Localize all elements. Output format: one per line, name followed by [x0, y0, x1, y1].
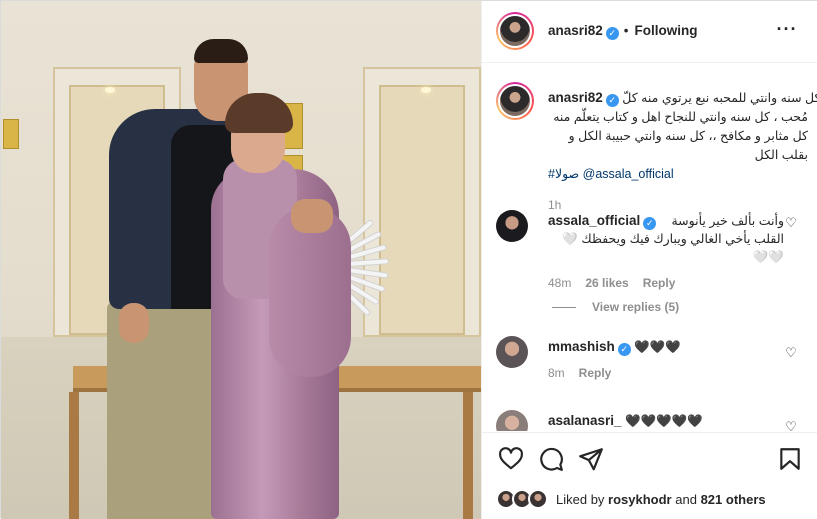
liked-by-text: Liked by rosykhodr and 821 others: [556, 492, 766, 507]
comment-text: 🖤🖤🖤🖤🖤: [625, 414, 703, 428]
commenter-avatar[interactable]: [496, 210, 528, 242]
more-options-icon[interactable]: ···: [775, 19, 799, 43]
hashtag-link[interactable]: #صولا: [548, 167, 579, 181]
verified-badge-icon: ✓: [617, 343, 631, 356]
liker-avatars: [496, 489, 554, 511]
view-replies-button[interactable]: View replies (5): [552, 300, 679, 314]
post-header: anasri82 ✓ • Following ···: [482, 1, 817, 63]
author-username[interactable]: anasri82: [548, 23, 603, 38]
comment-item: assala_official ✓ وأنت بألف خير يأنوسة ال…: [496, 210, 812, 294]
heart-icon[interactable]: [498, 446, 524, 472]
comment-icon[interactable]: [538, 446, 564, 472]
share-icon[interactable]: [578, 446, 604, 472]
table-leg: [69, 392, 79, 519]
commenter-avatar[interactable]: [496, 336, 528, 368]
wall-sign: [3, 119, 19, 149]
caption-text: مُحب ، كل سنه وانتي للنجاح اهل و كتاب يت…: [553, 110, 808, 162]
caption-username[interactable]: anasri82: [548, 90, 603, 105]
verified-badge-icon: ✓: [605, 27, 619, 40]
ceiling-light: [421, 87, 431, 93]
verified-badge-icon: ✓: [605, 94, 619, 107]
comment-meta: 8m Reply: [548, 364, 784, 382]
comment-time[interactable]: 48m: [548, 276, 571, 290]
comment-text-line-2: القلب يأخي الغالي ويبارك فيك ويحفظك 🤍🤍🤍: [562, 232, 784, 264]
man-figure-hair: [194, 39, 248, 63]
post-actions: Liked by rosykhodr and 821 others: [482, 432, 817, 519]
comment-meta: 48m 26 likes Reply: [548, 274, 784, 292]
author-avatar[interactable]: [496, 12, 534, 50]
man-figure-hand-on-shoulder: [291, 199, 333, 233]
mention-link[interactable]: @assala_official: [583, 167, 674, 181]
commenter-avatar[interactable]: [496, 410, 528, 431]
liked-by-user[interactable]: rosykhodr: [608, 492, 672, 507]
caption-body: anasri82 ✓ كل سنه وانتي للمحبه نبع يرتوي …: [548, 88, 817, 215]
comment-time[interactable]: 8m: [548, 366, 565, 380]
bookmark-icon[interactable]: [777, 446, 803, 472]
small-heart-icon[interactable]: ♡: [784, 420, 798, 432]
comment-body: asalanasri_ 🖤🖤🖤🖤🖤: [548, 412, 784, 430]
liked-by-prefix: Liked by: [556, 492, 605, 507]
small-heart-icon[interactable]: ♡: [784, 346, 798, 360]
small-heart-icon[interactable]: ♡: [784, 216, 798, 230]
post-side-panel: anasri82 ✓ • Following ··· anasri82 ✓ كل سنه…: [481, 1, 817, 519]
caption-first-line: anasri82 ✓ كل سنه وانتي للمحبه نبع يرتوي …: [548, 88, 817, 108]
ceiling-light: [105, 87, 115, 93]
following-button[interactable]: Following: [635, 23, 698, 38]
comment-item: asalanasri_ 🖤🖤🖤🖤🖤 ♡: [496, 410, 812, 431]
comment-likes[interactable]: 26 likes: [585, 276, 628, 290]
comment-text-line-1: وأنت بألف خير يأنوسة: [671, 214, 784, 228]
comment-item: mmashish ✓ 🖤🖤🖤 8m Reply ♡: [496, 336, 812, 396]
caption-text-start: كل سنه وانتي للمحبه نبع يرتوي منه كلّ: [622, 91, 817, 105]
header-user-line: anasri82 ✓ • Following: [548, 23, 698, 40]
comment-body: mmashish ✓ 🖤🖤🖤 8m Reply: [548, 338, 784, 382]
reply-button[interactable]: Reply: [643, 276, 676, 290]
comment-body: assala_official ✓ وأنت بألف خير يأنوسة ال…: [548, 212, 784, 292]
separator-dot: •: [623, 23, 629, 38]
comment-username[interactable]: mmashish: [548, 339, 615, 354]
caption-author-avatar[interactable]: [496, 82, 534, 120]
comment-text: 🖤🖤🖤: [634, 340, 681, 354]
instagram-post: anasri82 ✓ • Following ··· anasri82 ✓ كل سنه…: [0, 0, 817, 519]
liker-avatar: [528, 489, 548, 509]
liked-by-middle: and: [675, 492, 697, 507]
caption-tags: #صولا @assala_official: [548, 165, 808, 184]
table-leg: [463, 392, 473, 519]
reply-button[interactable]: Reply: [579, 366, 612, 380]
view-replies-label: View replies (5): [592, 300, 680, 314]
comment-username[interactable]: asalanasri_: [548, 413, 622, 428]
post-photo[interactable]: [1, 1, 481, 519]
man-figure-hand: [119, 303, 149, 343]
verified-badge-icon: ✓: [643, 217, 657, 230]
liked-by-count[interactable]: 821 others: [701, 492, 766, 507]
comment-username[interactable]: assala_official: [548, 213, 640, 228]
comments-scroll-area[interactable]: anasri82 ✓ كل سنه وانتي للمحبه نبع يرتوي …: [482, 64, 817, 431]
